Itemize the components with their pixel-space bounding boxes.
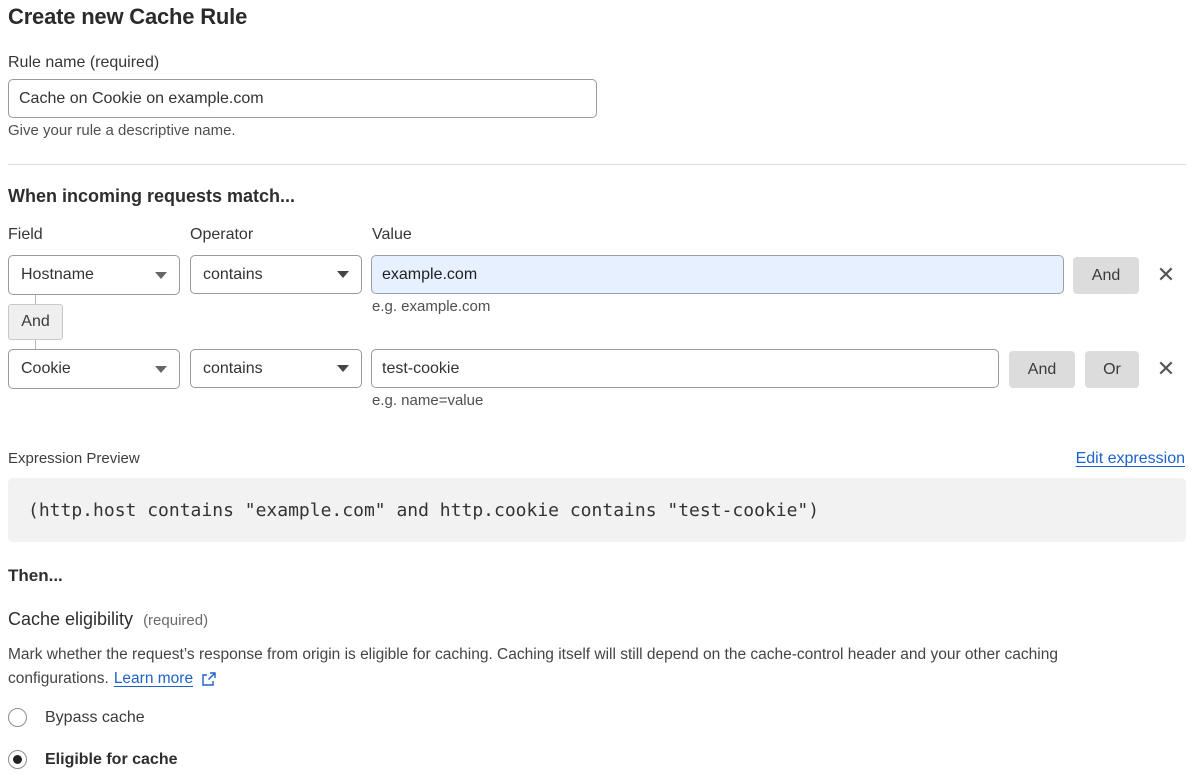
required-tag: (required) (143, 612, 209, 629)
value-input-2[interactable]: test-cookie (371, 349, 999, 388)
cache-eligibility-description: Mark whether the request’s response from… (8, 643, 1188, 691)
add-and-button-2[interactable]: And (1009, 351, 1075, 388)
add-and-button-1[interactable]: And (1073, 257, 1139, 294)
radio-bypass-cache[interactable] (8, 708, 27, 727)
value-input-1-value: example.com (382, 265, 478, 283)
then-heading: Then... (8, 566, 63, 585)
rule-name-label: Rule name (required) (8, 54, 160, 71)
description-line-2-text: configurations. (8, 670, 109, 687)
field-select-1-value: Hostname (21, 266, 94, 283)
description-line-2: configurations. Learn more (8, 667, 1188, 691)
chevron-down-icon (337, 271, 349, 278)
value-input-2-value: test-cookie (382, 359, 460, 377)
field-select-2-value: Cookie (21, 360, 71, 377)
radio-selected-dot (13, 755, 22, 764)
radio-eligible-cache[interactable] (8, 750, 27, 769)
learn-more-link[interactable]: Learn more (114, 667, 193, 691)
column-header-field: Field (8, 226, 43, 243)
radio-bypass-label: Bypass cache (45, 708, 145, 726)
match-heading: When incoming requests match... (8, 186, 296, 206)
page-title: Create new Cache Rule (8, 4, 248, 29)
rule-name-value: Cache on Cookie on example.com (19, 89, 264, 107)
value-input-1[interactable]: example.com (371, 255, 1064, 294)
expression-preview-box: (http.host contains "example.com" and ht… (8, 478, 1186, 542)
rule-name-help: Give your rule a descriptive name. (8, 122, 236, 139)
column-header-value: Value (372, 226, 412, 243)
description-line-1: Mark whether the request’s response from… (8, 646, 1058, 663)
chevron-down-icon (337, 365, 349, 372)
value-hint-1: e.g. example.com (372, 298, 491, 315)
chevron-down-icon (155, 271, 167, 279)
expression-code: (http.host contains "example.com" and ht… (28, 499, 820, 521)
close-icon[interactable]: ✕ (1153, 356, 1179, 382)
chevron-down-icon (155, 365, 167, 373)
and-connector-badge[interactable]: And (8, 304, 63, 340)
radio-option-eligible[interactable]: Eligible for cache (8, 750, 177, 769)
expression-preview-label: Expression Preview (8, 450, 140, 467)
operator-select-2-value: contains (203, 359, 263, 377)
column-header-operator: Operator (190, 226, 254, 243)
cache-eligibility-header: Cache eligibility (required) (8, 609, 208, 630)
external-link-icon[interactable] (201, 671, 217, 687)
edit-expression-link[interactable]: Edit expression (1076, 450, 1185, 468)
operator-select-1-value: contains (203, 265, 263, 283)
close-icon[interactable]: ✕ (1153, 262, 1179, 288)
radio-eligible-label: Eligible for cache (45, 750, 178, 768)
section-divider (8, 164, 1186, 165)
operator-select-2[interactable]: contains (190, 349, 362, 388)
field-select-1[interactable]: Hostname (8, 255, 180, 295)
rule-name-input[interactable]: Cache on Cookie on example.com (8, 79, 597, 118)
add-or-button-2[interactable]: Or (1085, 351, 1139, 388)
value-hint-2: e.g. name=value (372, 392, 484, 409)
radio-option-bypass[interactable]: Bypass cache (8, 708, 145, 727)
operator-select-1[interactable]: contains (190, 255, 362, 294)
field-select-2[interactable]: Cookie (8, 349, 180, 389)
cache-eligibility-label: Cache eligibility (8, 609, 134, 629)
